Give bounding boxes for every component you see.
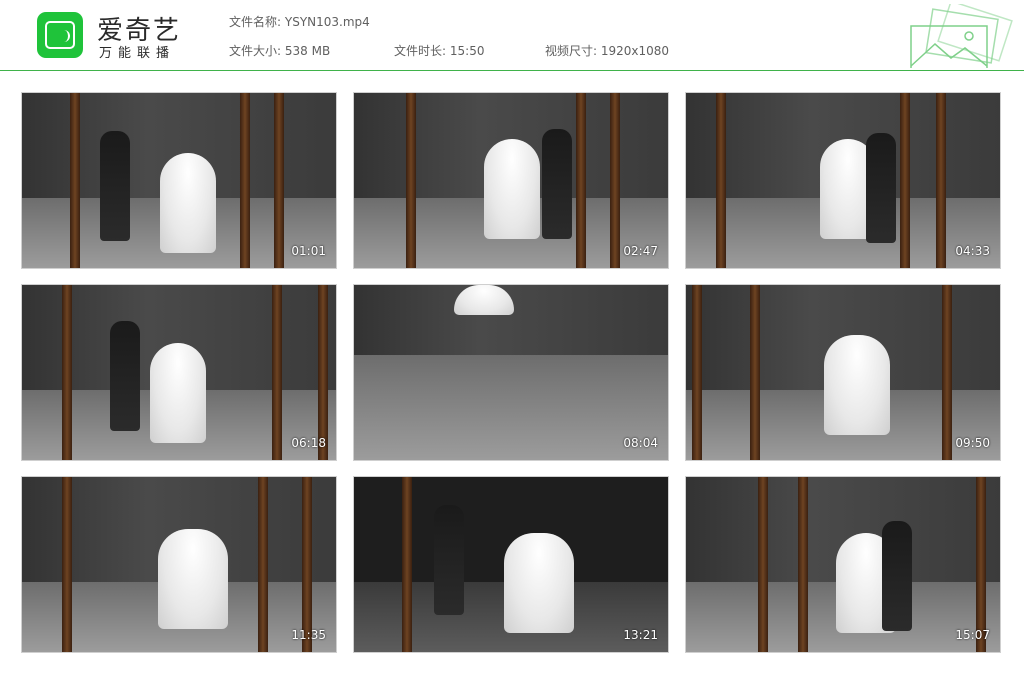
video-thumbnail[interactable]: 02:47 (353, 92, 669, 269)
file-resolution-label: 视频尺寸: (545, 44, 598, 58)
thumbnail-timestamp: 01:01 (291, 244, 326, 258)
file-duration-value: 15:50 (449, 44, 485, 58)
thumbnail-grid: 01:01 02:47 04:33 06:18 08:04 09:50 11:3… (21, 92, 1003, 654)
file-name-value: YSYN103.mp4 (284, 15, 370, 29)
file-resolution-info: 视频尺寸: 1920x1080 (545, 42, 669, 59)
video-thumbnail[interactable]: 15:07 (685, 476, 1001, 653)
app-subtitle: 万能联播 (99, 46, 176, 61)
video-thumbnail[interactable]: 06:18 (21, 284, 337, 461)
thumbnail-timestamp: 04:33 (955, 244, 990, 258)
file-duration-info: 文件时长: 15:50 (394, 42, 484, 59)
thumbnail-timestamp: 11:35 (291, 628, 326, 642)
thumbnail-timestamp: 02:47 (623, 244, 658, 258)
photo-stack-icon (910, 4, 1013, 68)
tv-icon (37, 12, 83, 58)
file-resolution-value: 1920x1080 (600, 44, 670, 58)
app-logo[interactable]: 爱奇艺 万能联播 (37, 12, 197, 61)
thumbnail-timestamp: 09:50 (955, 436, 990, 450)
video-thumbnail[interactable]: 11:35 (21, 476, 337, 653)
thumbnail-timestamp: 13:21 (623, 628, 658, 642)
thumbnail-timestamp: 06:18 (291, 436, 326, 450)
video-thumbnail[interactable]: 13:21 (353, 476, 669, 653)
file-size-info: 文件大小: 538 MB (229, 42, 330, 59)
file-duration-label: 文件时长: (394, 44, 447, 58)
file-size-label: 文件大小: (229, 44, 282, 58)
file-name-info: 文件名称: YSYN103.mp4 (229, 13, 370, 30)
video-thumbnail[interactable]: 09:50 (685, 284, 1001, 461)
file-name-label: 文件名称: (229, 15, 282, 29)
video-thumbnail[interactable]: 01:01 (21, 92, 337, 269)
header: 爱奇艺 万能联播 文件名称: YSYN103.mp4 文件大小: 538 MB … (0, 0, 1024, 72)
video-thumbnail[interactable]: 08:04 (353, 284, 669, 461)
video-thumbnail[interactable]: 04:33 (685, 92, 1001, 269)
thumbnail-timestamp: 15:07 (955, 628, 990, 642)
file-size-value: 538 MB (284, 44, 331, 58)
thumbnail-timestamp: 08:04 (623, 436, 658, 450)
header-divider (0, 70, 1024, 71)
